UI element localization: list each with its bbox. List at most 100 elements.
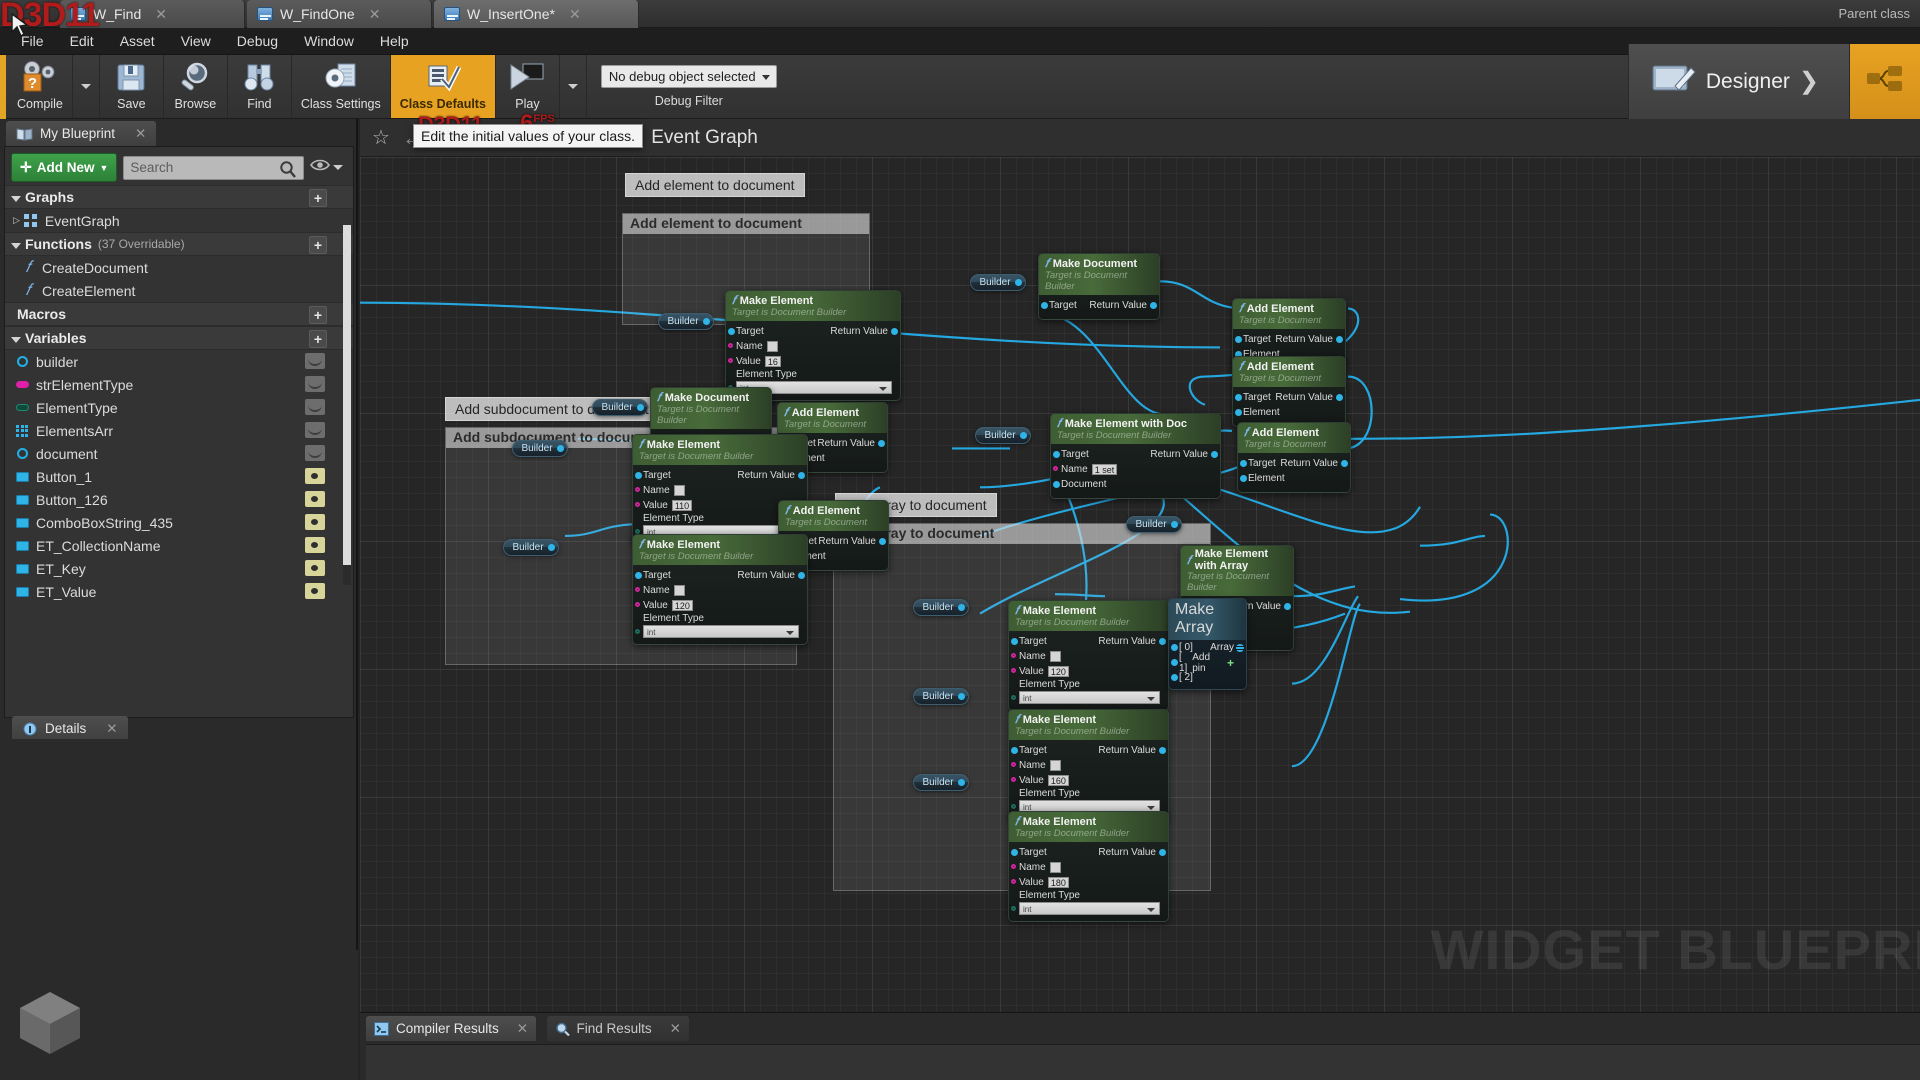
- tree-item-document[interactable]: document: [5, 442, 353, 465]
- tree-item-et-value[interactable]: ET_Value: [5, 580, 353, 603]
- debug-object-select[interactable]: No debug object selected: [600, 65, 777, 88]
- compile-button[interactable]: ? Compile: [8, 55, 73, 118]
- panel-tab-details[interactable]: Details ✕: [12, 716, 128, 741]
- name-input[interactable]: 1 set: [1091, 464, 1118, 475]
- element-type-select[interactable]: int: [643, 625, 799, 638]
- node-make-array[interactable]: Make Array [ 0] Array [ 1] Add pin + [ 2]: [1168, 598, 1247, 690]
- close-icon[interactable]: ✕: [106, 721, 117, 737]
- panel-tab-my-blueprint[interactable]: My Blueprint ✕: [6, 121, 157, 146]
- element-type-select[interactable]: int: [1019, 902, 1160, 915]
- tree-item-builder[interactable]: builder: [5, 350, 353, 373]
- variable-get-builder[interactable]: Builder: [592, 399, 648, 416]
- enum-pin-icon[interactable]: [1011, 695, 1016, 700]
- node-make-element[interactable]: 𝑓 Make Element Target is Document Builder…: [1008, 600, 1169, 711]
- string-pin-icon[interactable]: [1011, 777, 1016, 782]
- section-graphs[interactable]: Graphs +: [5, 185, 353, 209]
- object-pin-icon[interactable]: [1011, 747, 1018, 754]
- object-pin-icon[interactable]: [798, 572, 805, 579]
- menu-debug[interactable]: Debug: [224, 30, 291, 52]
- object-pin-icon[interactable]: [798, 472, 805, 479]
- menu-window[interactable]: Window: [291, 30, 367, 52]
- tree-item-createdocument[interactable]: 𝑓 CreateDocument: [5, 256, 353, 279]
- section-variables[interactable]: Variables +: [5, 326, 353, 350]
- string-pin-icon[interactable]: [728, 343, 733, 348]
- event-graph-area[interactable]: ☆ ← → W_InsertOne › Event Graph: [360, 119, 1920, 1012]
- search-input[interactable]: Search: [123, 155, 304, 180]
- node-make-element[interactable]: 𝑓 Make Element Target is Document Builder…: [632, 534, 808, 645]
- string-pin-icon[interactable]: [728, 358, 733, 363]
- node-add-element[interactable]: 𝑓Add Element Target is Document Target R…: [1237, 422, 1351, 493]
- value-input[interactable]: 120: [1047, 666, 1069, 677]
- object-pin-icon[interactable]: [1053, 481, 1060, 488]
- string-pin-icon[interactable]: [1011, 668, 1016, 673]
- node-make-element[interactable]: 𝑓 Make Element Target is Document Builder…: [1008, 811, 1169, 922]
- enum-pin-icon[interactable]: [1011, 804, 1016, 809]
- visibility-toggle[interactable]: [305, 468, 325, 484]
- browse-button[interactable]: Browse: [164, 55, 228, 118]
- add-variable-button[interactable]: +: [309, 330, 327, 348]
- object-pin-icon[interactable]: [1053, 451, 1060, 458]
- string-pin-icon[interactable]: [1011, 653, 1016, 658]
- play-button[interactable]: Play: [496, 55, 560, 118]
- string-pin-icon[interactable]: [1011, 879, 1016, 884]
- close-icon[interactable]: ✕: [135, 126, 146, 142]
- object-pin-icon[interactable]: [635, 472, 642, 479]
- visibility-toggle[interactable]: [305, 560, 325, 576]
- variable-get-builder[interactable]: Builder: [913, 599, 969, 616]
- object-pin-icon[interactable]: [1240, 475, 1247, 482]
- menu-asset[interactable]: Asset: [107, 30, 168, 52]
- tree-scrollbar[interactable]: [343, 225, 351, 585]
- close-icon[interactable]: ✕: [569, 7, 581, 21]
- string-pin-icon[interactable]: [635, 487, 640, 492]
- menu-view[interactable]: View: [168, 30, 224, 52]
- object-pin-icon[interactable]: [1336, 336, 1343, 343]
- array-item-pin-icon[interactable]: [1171, 644, 1178, 651]
- visibility-toggle[interactable]: [305, 537, 325, 553]
- object-pin-icon[interactable]: [1235, 409, 1242, 416]
- string-pin-icon[interactable]: [1053, 466, 1058, 471]
- string-pin-icon[interactable]: [635, 602, 640, 607]
- object-pin-icon[interactable]: [1240, 460, 1247, 467]
- array-pin-icon[interactable]: [1236, 644, 1244, 652]
- object-pin-icon[interactable]: [1235, 394, 1242, 401]
- tree-item-createelement[interactable]: 𝑓 CreateElement: [5, 279, 353, 302]
- node-make-document[interactable]: 𝑓 Make Document Target is Document Builde…: [1038, 253, 1160, 320]
- name-input[interactable]: [673, 485, 685, 496]
- name-input[interactable]: [1049, 651, 1061, 662]
- variable-get-builder[interactable]: Builder: [658, 313, 714, 330]
- object-pin-icon[interactable]: [1159, 638, 1166, 645]
- value-input[interactable]: 16: [764, 356, 781, 367]
- close-icon[interactable]: ✕: [517, 1021, 528, 1037]
- string-pin-icon[interactable]: [1011, 864, 1016, 869]
- breadcrumb-graph[interactable]: Event Graph: [651, 127, 758, 149]
- string-pin-icon[interactable]: [635, 502, 640, 507]
- enum-pin-icon[interactable]: [1011, 906, 1016, 911]
- object-pin-icon[interactable]: [1336, 394, 1343, 401]
- tab-w-insertone[interactable]: W_InsertOne* ✕: [434, 0, 639, 28]
- tree-item-eventgraph[interactable]: ▷ EventGraph: [5, 209, 353, 232]
- compile-dropdown[interactable]: [73, 55, 100, 118]
- find-button[interactable]: Find: [228, 55, 292, 118]
- object-pin-icon[interactable]: [1211, 451, 1218, 458]
- expander-icon[interactable]: ▷: [13, 215, 20, 226]
- object-pin-icon[interactable]: [1159, 747, 1166, 754]
- section-macros[interactable]: Macros +: [5, 302, 353, 326]
- array-item-pin-icon[interactable]: [1171, 674, 1178, 681]
- class-settings-button[interactable]: Class Settings: [292, 55, 391, 118]
- object-pin-icon[interactable]: [1284, 603, 1291, 610]
- name-input[interactable]: [673, 585, 685, 596]
- class-defaults-button[interactable]: Class Defaults: [390, 55, 496, 118]
- visibility-toggle[interactable]: [305, 583, 325, 599]
- visibility-toggle[interactable]: [305, 376, 325, 392]
- node-make-element-with-doc[interactable]: 𝑓 Make Element with Doc Target is Documen…: [1050, 413, 1221, 499]
- string-pin-icon[interactable]: [635, 587, 640, 592]
- object-pin-icon[interactable]: [728, 328, 735, 335]
- variable-get-builder[interactable]: Builder: [503, 539, 559, 556]
- object-pin-icon[interactable]: [1235, 336, 1242, 343]
- visibility-toggle[interactable]: [305, 353, 325, 369]
- tree-item-elementtype[interactable]: ElementType: [5, 396, 353, 419]
- object-pin-icon[interactable]: [1150, 302, 1157, 309]
- favorite-star-icon[interactable]: ☆: [372, 125, 390, 150]
- tab-w-findone[interactable]: W_FindOne ✕: [247, 0, 432, 28]
- add-function-button[interactable]: +: [309, 236, 327, 254]
